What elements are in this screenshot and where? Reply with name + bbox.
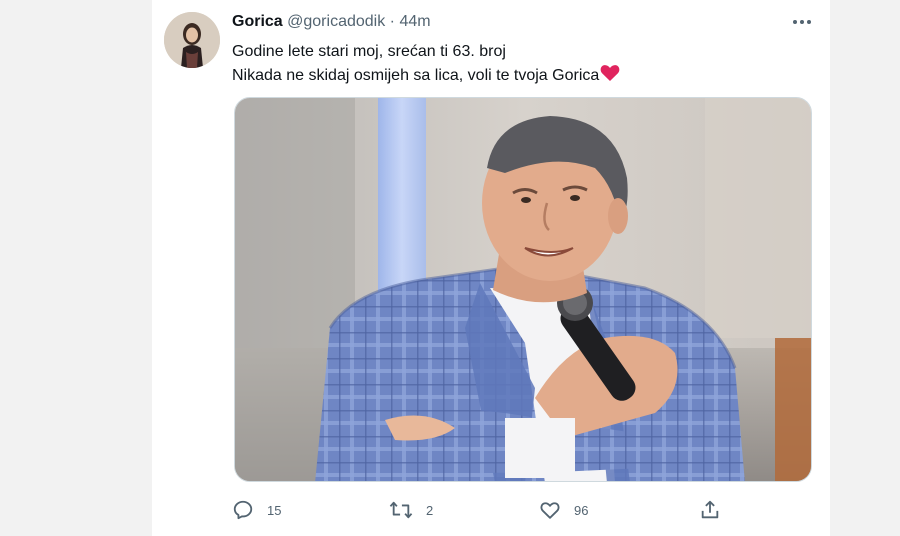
reply-button[interactable]: 15 [232,497,281,523]
heart-outline-icon [540,502,560,519]
tweet-text-line-2: Nikada ne skidaj osmijeh sa lica, voli t… [232,67,600,84]
tweet-time[interactable]: 44m [399,13,430,30]
like-button[interactable]: 96 [539,497,588,523]
tweet-card: Gorica @goricadodik · 44m Godine lete st… [152,0,830,536]
red-heart-emoji [600,64,620,90]
avatar-photo [164,12,220,68]
photo-man-with-microphone [235,98,811,481]
retweet-count: 2 [426,502,434,518]
retweet-button[interactable]: 2 [389,497,433,523]
tweet-photo[interactable] [234,97,812,482]
reply-bubble-icon [233,500,253,520]
tweet-actions: 15 2 96 [232,497,792,523]
tweet-header: Gorica @goricadodik · 44m [232,13,431,31]
tweet-text-line-1: Godine lete stari moj, srećan ti 63. bro… [232,43,506,60]
author-name[interactable]: Gorica [232,13,283,30]
author-handle[interactable]: @goricadodik [287,13,385,30]
separator-dot: · [389,13,395,30]
share-upload-icon [701,500,719,519]
like-count: 96 [574,502,589,518]
left-background [0,0,152,536]
more-options-button[interactable] [788,10,816,34]
avatar[interactable] [164,12,220,68]
retweet-icon [389,501,413,519]
tweet-text-line-2-wrap: Nikada ne skidaj osmijeh sa lica, voli t… [232,64,792,90]
more-dots-icon [793,20,811,24]
right-background [830,0,900,536]
reply-count: 15 [267,502,282,518]
share-button[interactable] [699,497,721,523]
tweet-text: Godine lete stari moj, srećan ti 63. bro… [232,40,792,90]
